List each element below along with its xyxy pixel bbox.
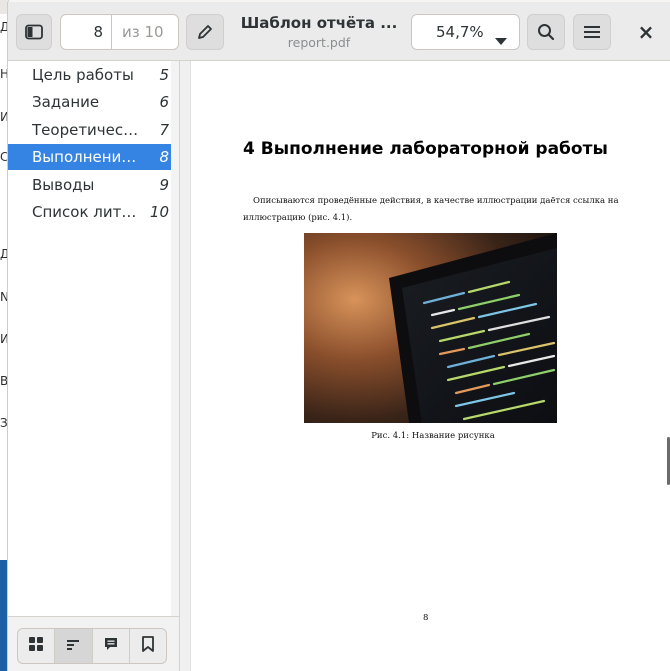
sidebar-scroll-gutter <box>171 61 179 616</box>
annotations-tab[interactable] <box>93 629 130 663</box>
bookmarks-icon <box>141 636 155 656</box>
sidebar-view-switcher <box>17 628 167 664</box>
close-button[interactable]: × <box>630 16 662 48</box>
hamburger-menu-icon <box>584 25 600 39</box>
outline-item-selected[interactable]: Выполнение… 8 <box>8 144 171 170</box>
annotate-button[interactable] <box>186 14 224 50</box>
sidebar-toggle-button[interactable] <box>16 14 52 50</box>
outline-item-page: 7 <box>159 121 169 139</box>
page-navigation: из 10 <box>60 14 179 50</box>
document-viewer-window: из 10 Шаблон отчёта ... report.pdf 54,7% <box>7 2 670 671</box>
outline-item[interactable]: Список лите… 10 <box>8 199 171 225</box>
outline-item[interactable]: Цель работы 5 <box>8 62 171 88</box>
outline-item-label: Цель работы <box>32 66 134 84</box>
outline-tab[interactable] <box>55 629 93 663</box>
sidebar-outline: Цель работы 5 Задание 6 Теоретичес… 7 Вы… <box>8 61 180 671</box>
document-left-gutter <box>180 61 191 671</box>
outline-item-label: Выполнение… <box>32 148 142 166</box>
outline-item-page: 9 <box>159 176 169 194</box>
current-page-input[interactable] <box>60 14 112 50</box>
document-page: 4 Выполнение лабораторной работы Описыва… <box>191 61 670 671</box>
figure-image <box>304 233 557 423</box>
outline-icon <box>65 637 81 656</box>
outline-item[interactable]: Задание 6 <box>8 89 171 115</box>
outline-item[interactable]: Теоретичес… 7 <box>8 117 171 143</box>
annotations-icon <box>103 636 119 656</box>
main-menu-button[interactable] <box>573 14 611 50</box>
outline-item-label: Список лите… <box>32 203 142 221</box>
section-heading: 4 Выполнение лабораторной работы <box>243 139 608 159</box>
bookmarks-tab[interactable] <box>130 629 166 663</box>
thumbnails-grid-icon <box>28 636 44 656</box>
figure-caption: Рис. 4.1: Название рисунка <box>371 431 495 441</box>
sidebar-show-icon <box>25 24 43 40</box>
zoom-selector[interactable]: 54,7% <box>411 14 520 50</box>
document-filename: report.pdf <box>287 35 351 50</box>
outline-item[interactable]: Выводы 9 <box>8 172 171 198</box>
window-title: Шаблон отчёта ... report.pdf <box>234 14 404 50</box>
outline-item-label: Выводы <box>32 176 95 194</box>
zoom-value: 54,7% <box>436 23 484 41</box>
body-paragraph: Описываются проведённые действия, в каче… <box>243 196 619 223</box>
outline-item-page: 10 <box>149 203 169 221</box>
thumbnails-tab[interactable] <box>18 629 56 663</box>
outline-item-label: Теоретичес… <box>32 121 139 139</box>
page-count-label: из 10 <box>112 14 179 50</box>
outline-item-label: Задание <box>32 93 100 111</box>
header-bar: из 10 Шаблон отчёта ... report.pdf 54,7% <box>8 2 670 61</box>
search-button[interactable] <box>527 14 565 50</box>
pencil-icon <box>197 24 213 40</box>
chevron-down-icon <box>495 30 507 49</box>
outline-item-page: 8 <box>159 148 169 166</box>
search-icon <box>537 23 555 41</box>
close-icon: × <box>637 20 655 44</box>
outline-item-page: 5 <box>159 66 169 84</box>
outline-item-page: 6 <box>159 93 169 111</box>
sidebar-view-switcher-bar <box>8 616 179 671</box>
page-number: 8 <box>423 613 429 623</box>
document-title: Шаблон отчёта ... <box>240 14 398 32</box>
